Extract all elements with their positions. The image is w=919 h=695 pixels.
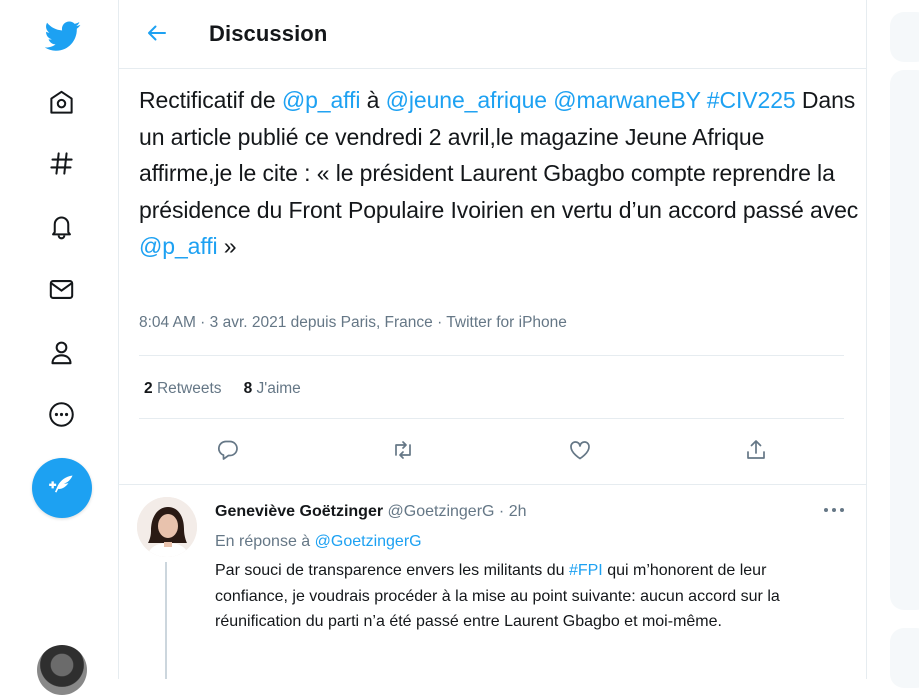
reply-button[interactable] <box>213 437 243 467</box>
more-options-button[interactable] <box>819 498 849 522</box>
retweets-stat[interactable]: 2 Retweets <box>144 380 222 397</box>
retweets-count: 2 <box>144 380 153 397</box>
mention-link[interactable]: @p_affi <box>139 233 218 259</box>
tweet-text: Rectificatif de @p_affi à @jeune_afrique… <box>139 82 859 265</box>
speech-bubble-icon <box>216 438 240 467</box>
share-button[interactable] <box>741 437 771 467</box>
trends-panel <box>890 70 919 610</box>
replying-to: En réponse à @GoetzingerG <box>215 533 422 551</box>
retweets-label: Retweets <box>156 380 222 397</box>
envelope-icon[interactable] <box>44 272 78 306</box>
reply-author-avatar[interactable] <box>137 497 197 557</box>
tweet-timestamp[interactable]: 8:04 AM · 3 avr. 2021 depuis Paris, Fran… <box>139 314 567 332</box>
likes-stat[interactable]: 8 J'aime <box>244 380 301 397</box>
search-box[interactable] <box>890 12 919 62</box>
divider <box>139 355 844 356</box>
who-to-follow-panel <box>890 628 919 688</box>
page-header: Discussion <box>119 0 866 69</box>
account-avatar[interactable] <box>37 645 87 695</box>
reply-author-name[interactable]: Geneviève Goëtzinger <box>215 503 383 520</box>
retweet-button[interactable] <box>388 437 418 467</box>
arrow-left-icon <box>145 21 169 50</box>
bell-icon[interactable] <box>44 209 78 243</box>
tweet-stats: 2 Retweets 8 J'aime <box>144 380 301 398</box>
like-button[interactable] <box>565 437 595 467</box>
thread-line <box>165 562 167 679</box>
hashtag-link[interactable]: #CIV225 <box>707 87 796 113</box>
heart-icon <box>568 438 592 467</box>
mention-link[interactable]: @GoetzingerG <box>315 533 422 550</box>
hashtag-link[interactable]: #FPI <box>569 562 603 579</box>
ellipsis-icon <box>822 501 846 519</box>
reply-author-handle[interactable]: @GoetzingerG <box>388 503 495 520</box>
reply-text: Par souci de transparence envers les mil… <box>215 558 835 635</box>
mention-link[interactable]: @marwaneBY <box>553 87 700 113</box>
reply-time[interactable]: 2h <box>509 503 527 520</box>
person-icon[interactable] <box>44 335 78 369</box>
likes-label: J'aime <box>256 380 301 397</box>
compose-tweet-button[interactable] <box>32 458 92 518</box>
divider <box>119 484 866 485</box>
reply-text-part: Par souci de transparence envers les mil… <box>215 562 569 579</box>
tweet-text-part: Rectificatif de <box>139 87 282 113</box>
feather-plus-icon <box>48 472 76 505</box>
separator-dot: · <box>498 503 505 520</box>
likes-count: 8 <box>243 380 253 397</box>
twitter-bird-icon[interactable] <box>43 16 83 56</box>
mention-link[interactable]: @jeune_afrique <box>386 87 547 113</box>
main-column: Discussion Rectificatif de @p_affi à @je… <box>118 0 867 679</box>
share-upload-icon <box>744 438 768 467</box>
page-title: Discussion <box>209 21 328 46</box>
sidebar-nav <box>0 0 118 695</box>
tweet-text-part: à <box>360 87 386 113</box>
hashtag-icon[interactable] <box>44 146 78 180</box>
retweet-icon <box>391 438 415 467</box>
replying-to-prefix: En réponse à <box>215 533 311 550</box>
mention-link[interactable]: @p_affi <box>282 87 361 113</box>
tweet-text-part: » <box>217 233 237 259</box>
more-circle-icon[interactable] <box>44 397 78 431</box>
divider <box>139 418 844 419</box>
reply-author-line: Geneviève Goëtzinger @GoetzingerG · 2h <box>215 503 527 521</box>
back-button[interactable] <box>141 19 173 51</box>
home-icon[interactable] <box>44 85 78 119</box>
